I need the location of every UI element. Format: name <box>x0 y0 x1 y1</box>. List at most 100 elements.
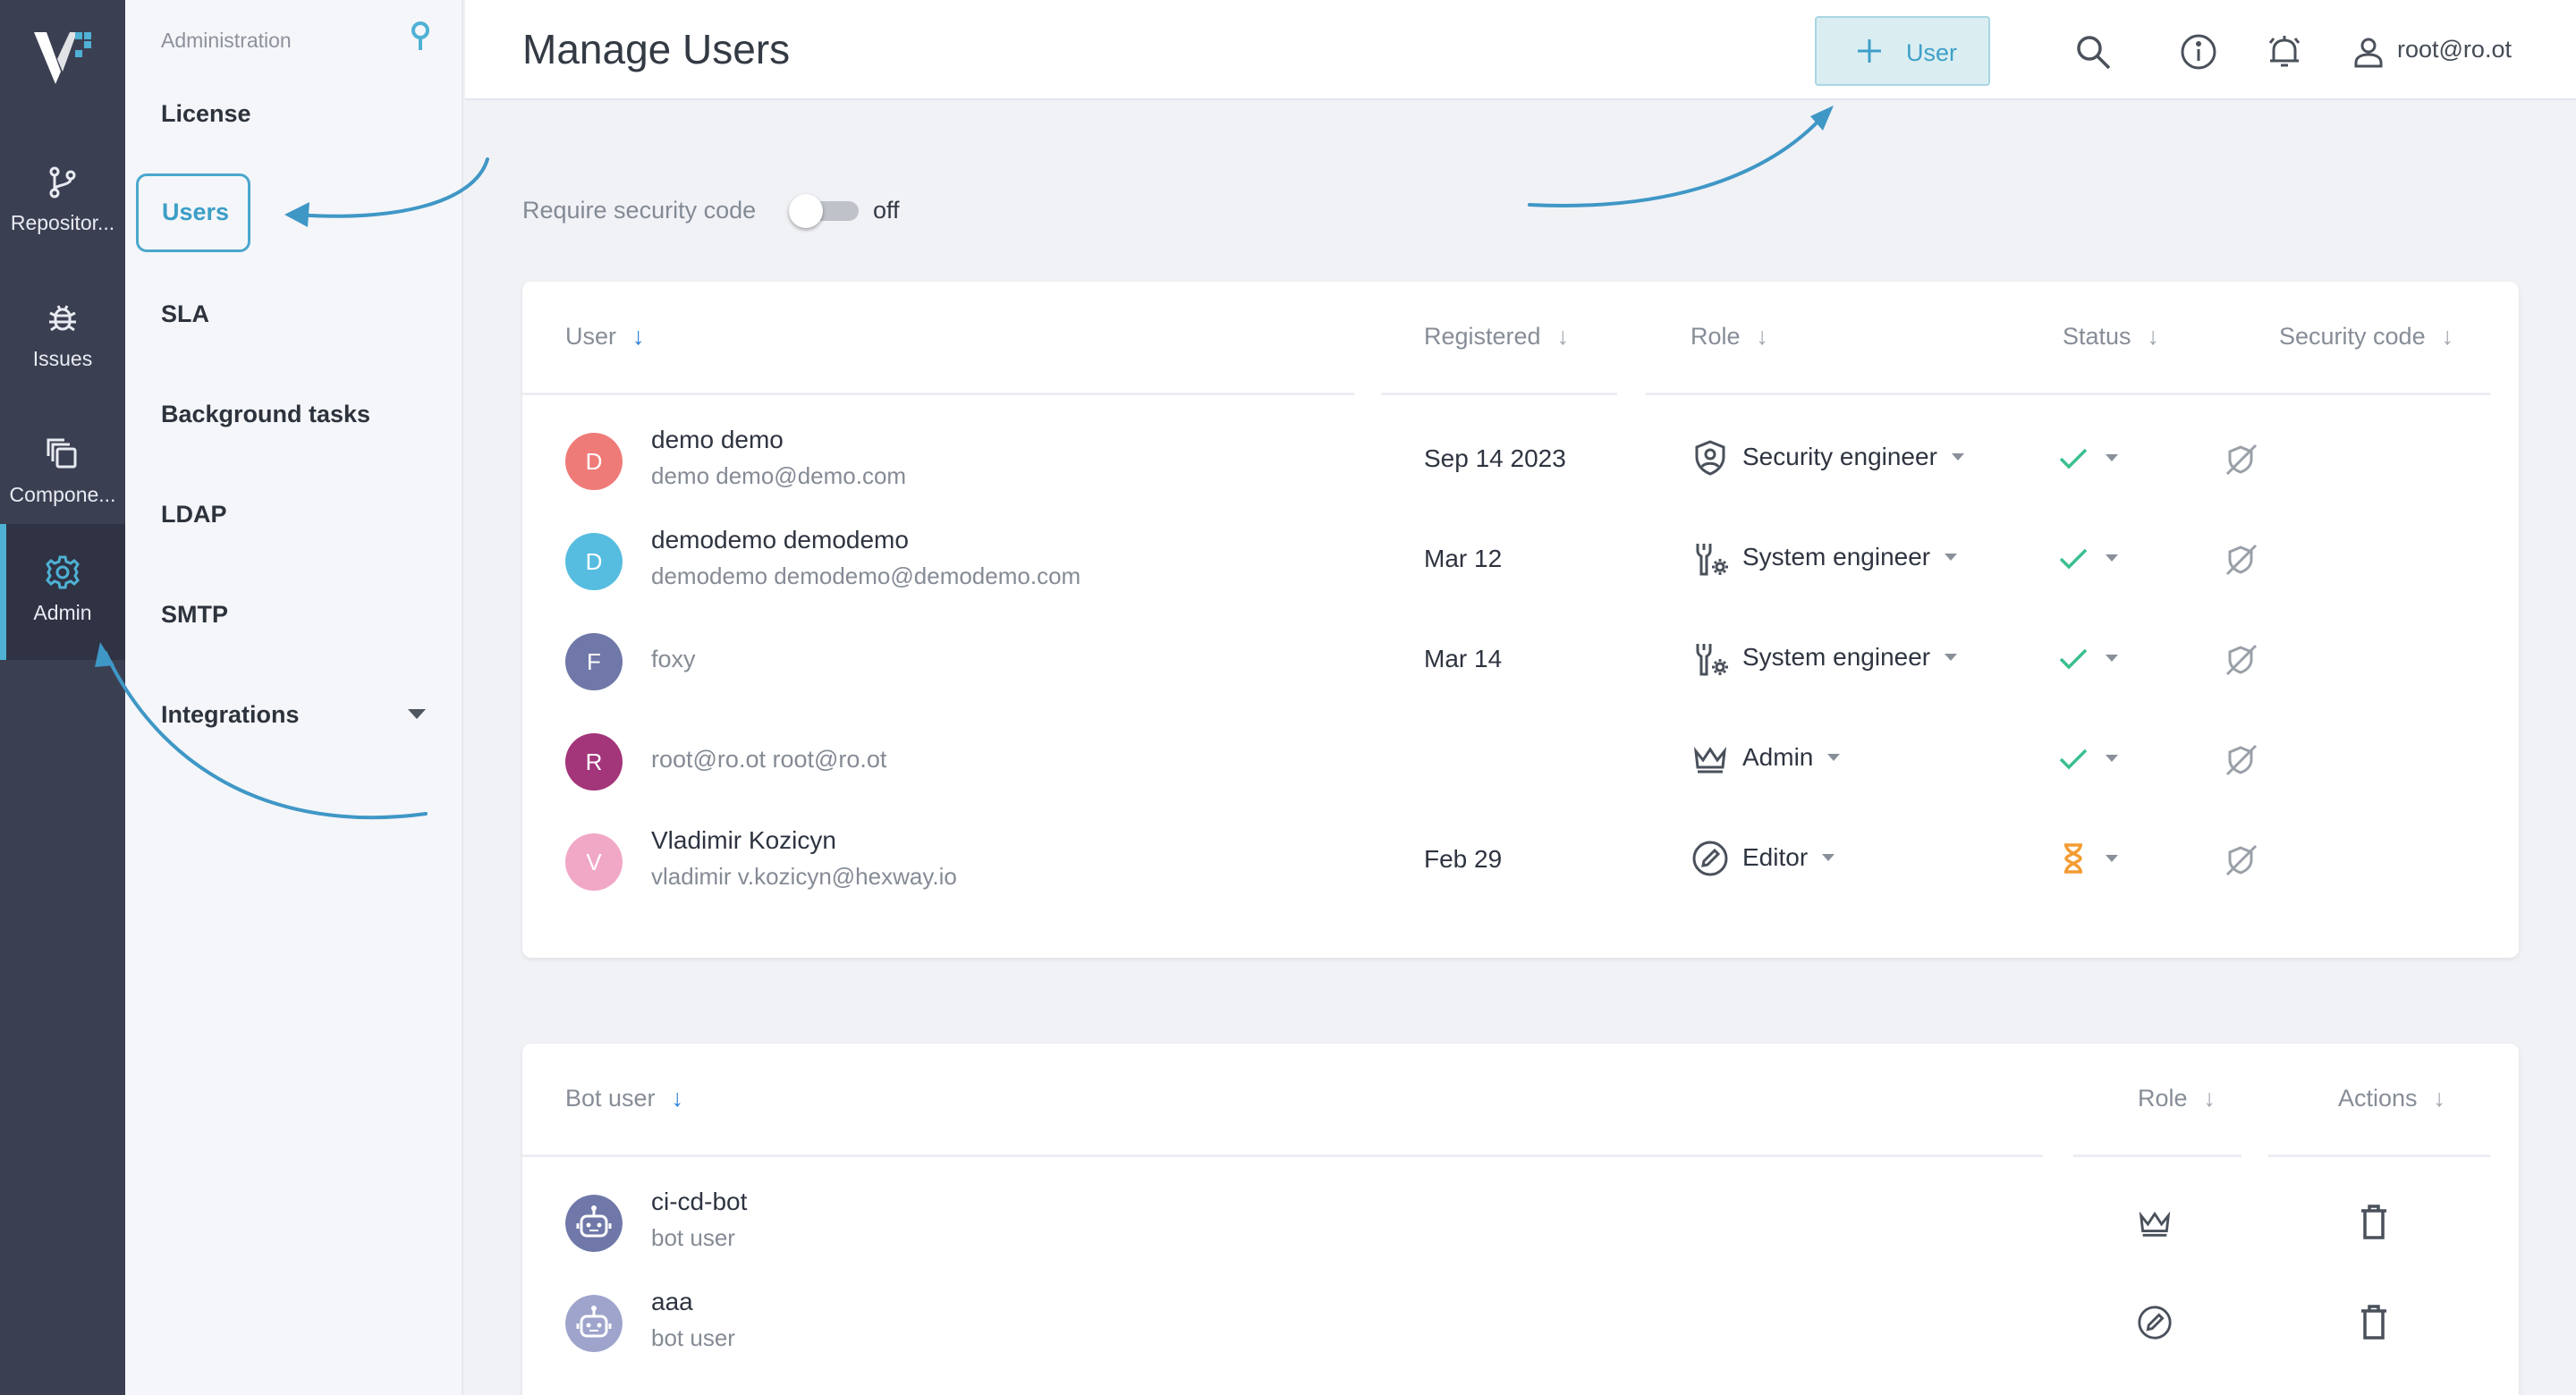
sort-arrow-icon: ↓ <box>632 323 645 350</box>
pin-icon[interactable] <box>406 20 435 52</box>
add-user-button[interactable]: User <box>1815 16 1990 86</box>
divider <box>522 1154 2043 1157</box>
role-select[interactable]: System engineer <box>1742 543 1958 571</box>
chevron-down-icon <box>1945 653 1958 661</box>
table-row[interactable]: D demodemo demodemo demodemo demodemo@de… <box>522 508 2519 608</box>
col-header-role[interactable]: Role ↓ <box>1690 323 1768 351</box>
pencil-circle-icon[interactable] <box>2136 1304 2174 1341</box>
security-code-disabled-icon[interactable] <box>2222 440 2259 478</box>
role-select[interactable]: Security engineer <box>1742 443 1964 471</box>
check-icon[interactable] <box>2055 440 2091 476</box>
gear-icon <box>46 555 80 589</box>
shield-user-icon <box>1695 440 1725 476</box>
user-email: vladimir v.kozicyn@hexway.io <box>651 863 957 890</box>
crown-icon[interactable] <box>2136 1204 2174 1241</box>
user-name: demodemo demodemo <box>651 526 909 554</box>
bug-icon <box>49 305 76 332</box>
toggle-knob <box>789 194 823 228</box>
check-icon[interactable] <box>2055 540 2091 576</box>
sidebar-item-users[interactable]: Users <box>136 173 250 252</box>
sidebar-item-background-tasks[interactable]: Background tasks <box>161 401 370 428</box>
sidebar-heading: Administration <box>161 29 292 52</box>
chevron-down-icon[interactable] <box>2106 554 2118 562</box>
sort-arrow-icon: ↓ <box>2433 1085 2446 1112</box>
chevron-down-icon <box>1951 452 1964 461</box>
table-row[interactable]: V Vladimir Kozicyn vladimir v.kozicyn@he… <box>522 808 2519 909</box>
registered-date: Mar 14 <box>1424 645 1503 672</box>
account-name[interactable]: root@ro.ot <box>2397 36 2512 63</box>
sort-arrow-icon: ↓ <box>2147 323 2160 350</box>
col-header-actions[interactable]: Actions ↓ <box>2338 1085 2445 1112</box>
bot-name: ci-cd-bot <box>651 1188 748 1215</box>
security-code-disabled-icon[interactable] <box>2222 740 2259 778</box>
trash-icon[interactable] <box>2356 1302 2392 1341</box>
app-logo[interactable] <box>30 27 95 88</box>
components-icon <box>47 438 77 469</box>
chevron-down-icon[interactable] <box>2106 855 2118 862</box>
rail-item-admin[interactable]: Admin <box>0 524 125 660</box>
sidebar-item-ldap[interactable]: LDAP <box>161 501 227 528</box>
user-name: demo demo <box>651 426 784 453</box>
hourglass-icon[interactable] <box>2055 841 2091 876</box>
add-user-label: User <box>1906 39 1958 66</box>
user-name: foxy <box>651 646 696 672</box>
divider <box>522 393 1354 395</box>
col-header-status[interactable]: Status ↓ <box>2063 323 2159 351</box>
chevron-down-icon[interactable] <box>2106 454 2118 461</box>
registered-date: Feb 29 <box>1424 845 1503 873</box>
chevron-down-icon[interactable] <box>2106 655 2118 662</box>
col-header-role[interactable]: Role ↓ <box>2138 1085 2216 1112</box>
check-icon[interactable] <box>2055 740 2091 776</box>
account-icon[interactable] <box>2349 32 2388 72</box>
col-header-registered[interactable]: Registered ↓ <box>1424 323 1569 351</box>
user-name: root@ro.ot root@ro.ot <box>651 746 887 773</box>
plus-icon <box>1858 39 1881 63</box>
user-email: demodemo demodemo@demodemo.com <box>651 562 1081 589</box>
role-select[interactable]: Editor <box>1742 843 1835 872</box>
table-row[interactable]: F foxy Mar 14 System engineer <box>522 608 2519 708</box>
crown-icon <box>1693 747 1727 774</box>
rail-item-components[interactable]: Compone... <box>0 406 125 542</box>
chevron-down-icon[interactable] <box>408 709 426 719</box>
role-select[interactable]: Admin <box>1742 743 1841 772</box>
security-code-disabled-icon[interactable] <box>2222 640 2259 678</box>
rail-item-label: Repositor... <box>10 211 115 234</box>
sidebar-item-integrations[interactable]: Integrations <box>161 701 300 729</box>
table-row[interactable]: D demo demo demo demo@demo.com Sep 14 20… <box>522 408 2519 508</box>
info-icon[interactable] <box>2179 32 2218 72</box>
security-code-toggle[interactable] <box>789 194 859 228</box>
check-icon[interactable] <box>2055 640 2091 676</box>
sort-arrow-icon: ↓ <box>671 1085 684 1112</box>
robot-avatar-icon <box>565 1295 623 1352</box>
security-code-label: Require security code <box>522 197 757 224</box>
sidebar-item-license[interactable]: License <box>161 100 251 128</box>
col-header-user[interactable]: User ↓ <box>565 323 645 351</box>
pencil-circle-icon <box>1692 841 1728 876</box>
role-select[interactable]: System engineer <box>1742 643 1958 672</box>
table-row[interactable]: R root@ro.ot root@ro.ot Admin <box>522 708 2519 808</box>
search-icon[interactable] <box>2073 32 2113 72</box>
avatar: V <box>565 833 623 891</box>
rail-item-repositories[interactable]: Repositor... <box>0 134 125 270</box>
registered-date: Sep 14 2023 <box>1424 444 1566 472</box>
rail-item-label: Compone... <box>9 483 116 506</box>
security-code-disabled-icon[interactable] <box>2222 540 2259 578</box>
sort-arrow-icon: ↓ <box>2203 1085 2216 1112</box>
divider <box>1381 393 1617 395</box>
bell-icon[interactable] <box>2265 32 2304 72</box>
rail-item-issues[interactable]: Issues <box>0 270 125 406</box>
sort-arrow-icon: ↓ <box>2441 323 2454 350</box>
col-header-security-code[interactable]: Security code ↓ <box>2279 323 2453 351</box>
sidebar-item-sla[interactable]: SLA <box>161 300 209 328</box>
chevron-down-icon[interactable] <box>2106 755 2118 762</box>
chevron-down-icon <box>1945 553 1958 561</box>
security-code-disabled-icon[interactable] <box>2222 841 2259 878</box>
divider <box>2073 1154 2241 1157</box>
trash-icon[interactable] <box>2356 1202 2392 1241</box>
sidebar-item-smtp[interactable]: SMTP <box>161 601 228 629</box>
table-row[interactable]: ci-cd-bot bot user <box>522 1170 2519 1270</box>
avatar: D <box>565 433 623 490</box>
branch-icon <box>49 166 76 199</box>
col-header-bot-user[interactable]: Bot user ↓ <box>565 1085 683 1112</box>
table-row[interactable]: aaa bot user <box>522 1270 2519 1370</box>
